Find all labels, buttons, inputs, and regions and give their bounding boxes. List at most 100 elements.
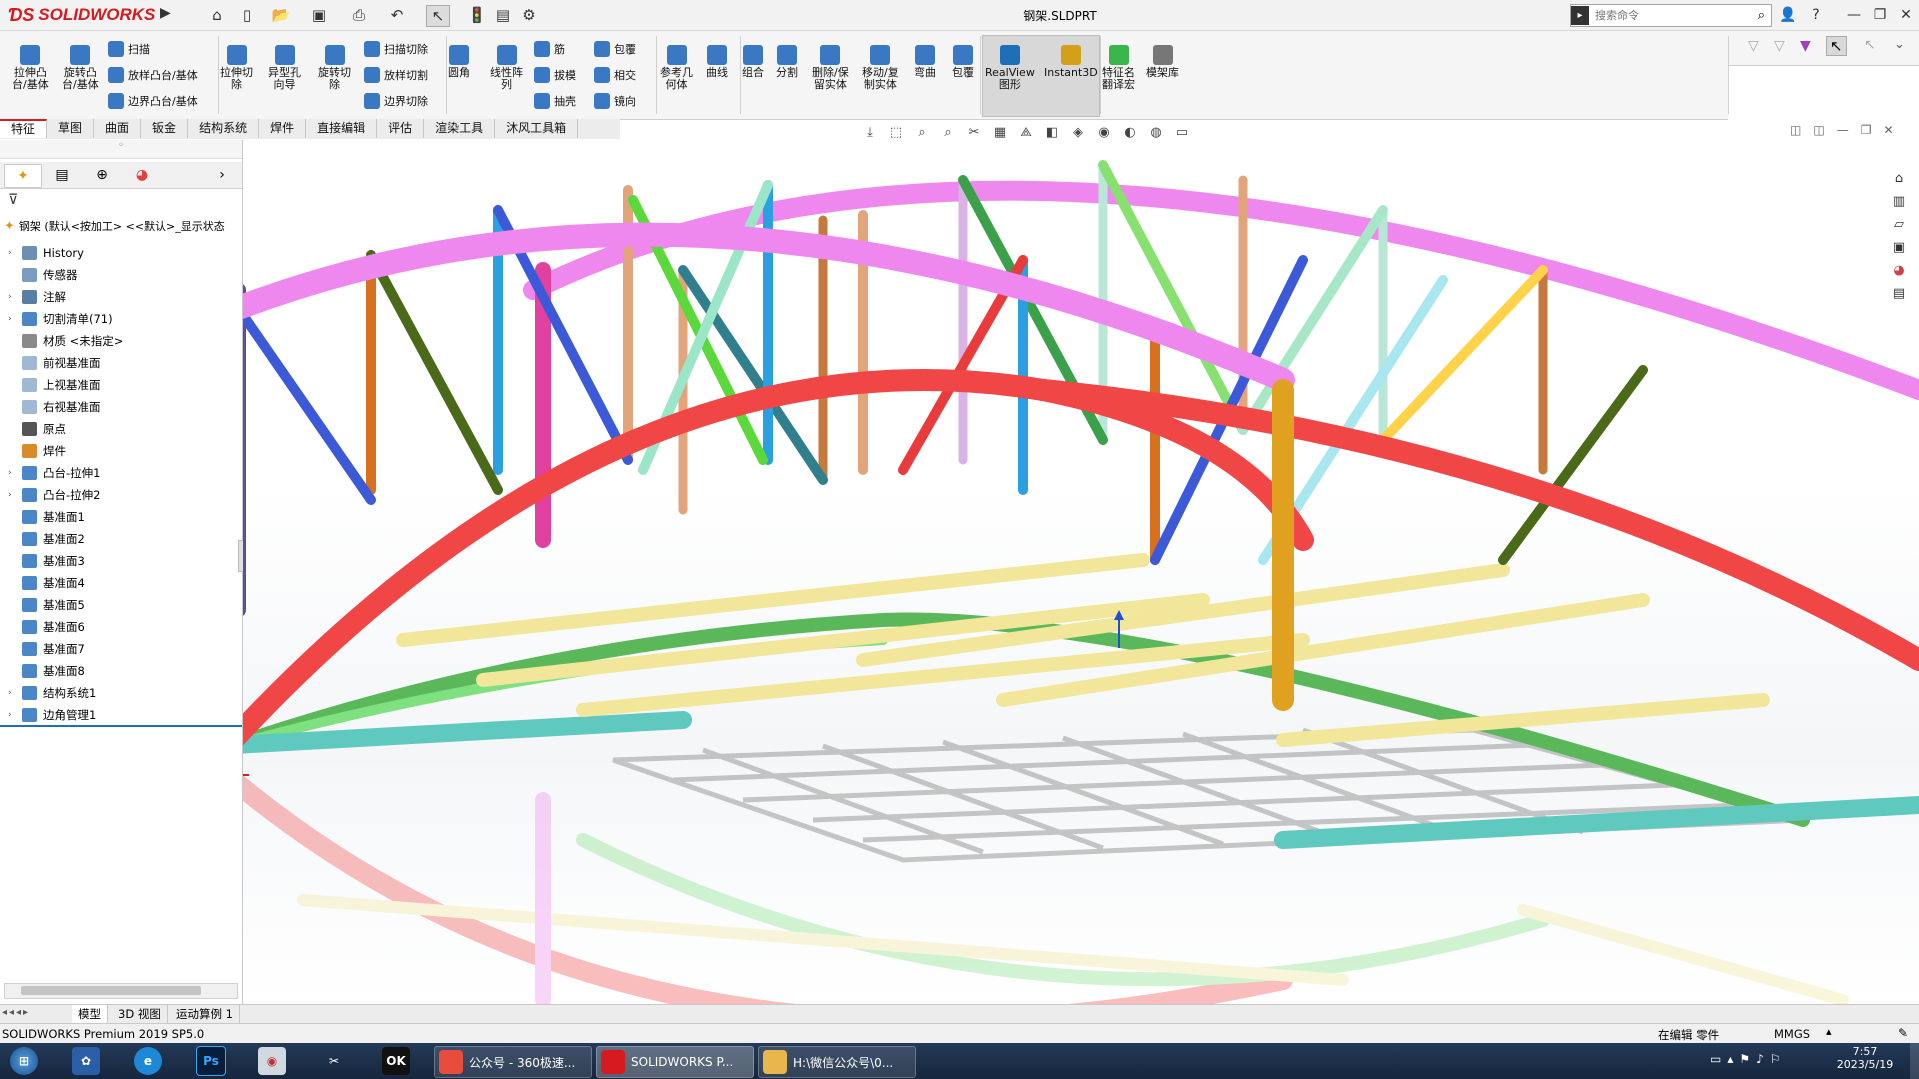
tab-9[interactable]: 沐风工具箱 <box>495 119 579 138</box>
tree-item[interactable]: 基准面8 <box>8 661 85 681</box>
graphics-viewport[interactable] <box>243 140 1919 1004</box>
zoom-area-icon[interactable]: ⬚ <box>886 123 906 141</box>
appearance-tab-icon[interactable]: ◕ <box>124 164 160 186</box>
filter-faces-icon[interactable]: ▼ <box>1800 38 1811 54</box>
edit-appearance-icon[interactable]: ◉ <box>1094 123 1114 141</box>
search-scope-icon[interactable]: ▸ <box>1571 6 1589 25</box>
taskbar-app-1[interactable]: ✿ <box>72 1046 100 1076</box>
viewport-left-icon[interactable]: ◫ <box>1790 123 1801 137</box>
viewport-right-icon[interactable]: ◫ <box>1813 123 1824 137</box>
ribbon-button-12[interactable]: 移动/复 制实体 <box>862 45 899 91</box>
tree-item[interactable]: 焊件 <box>8 441 66 461</box>
ribbon-button-4[interactable]: 旋转切 除 <box>318 45 351 91</box>
tab-3d-view[interactable]: 3D 视图 <box>112 1005 168 1023</box>
ribbon-button-6[interactable]: 线性阵 列 <box>490 45 523 91</box>
home-icon[interactable]: ⌂ <box>206 5 228 25</box>
tree-item[interactable]: › 结构系统1 <box>8 683 96 703</box>
tree-item[interactable]: 上视基准面 <box>8 375 101 395</box>
ribbon-button-2[interactable]: 拉伸切 除 <box>220 45 253 91</box>
ribbon-small-button-11[interactable]: 镜向 <box>594 92 636 110</box>
new-document-icon[interactable]: ▯ <box>236 5 258 25</box>
tray-icons[interactable]: ▭▴⚑♪⚐ <box>1710 1052 1787 1066</box>
file-properties-icon[interactable]: ▤ <box>492 5 514 25</box>
show-desktop-button[interactable] <box>1910 1043 1919 1079</box>
display-icon[interactable]: ▭ <box>1172 123 1192 141</box>
tab-4[interactable]: 结构系统 <box>188 119 260 138</box>
hide-show-icon[interactable]: ◈ <box>1068 123 1088 141</box>
ribbon-small-button-2[interactable]: 边界凸台/基体 <box>108 92 198 110</box>
taskbar-app-4[interactable]: ◉ <box>258 1046 286 1076</box>
select-icon[interactable]: ↖ <box>426 5 450 27</box>
tree-expand-icon[interactable]: › <box>8 468 22 478</box>
print-icon[interactable]: ⎙ <box>348 5 370 25</box>
tree-item[interactable]: 传感器 <box>8 265 78 285</box>
ribbon-small-button-0[interactable]: 扫描 <box>108 40 150 58</box>
tab-7[interactable]: 评估 <box>377 119 425 138</box>
options-gear-icon[interactable]: ⚙ <box>518 5 540 25</box>
viewport-close-icon[interactable]: ✕ <box>1883 123 1893 137</box>
tab-model[interactable]: 模型 <box>72 1005 108 1023</box>
tree-expand-icon[interactable]: › <box>8 248 22 258</box>
tree-item[interactable]: › 凸台-拉伸2 <box>8 485 100 505</box>
tab-1[interactable]: 草图 <box>47 119 95 138</box>
close-button[interactable]: ✕ <box>1894 3 1918 27</box>
ribbon-small-button-8[interactable]: 抽壳 <box>534 92 576 110</box>
clock[interactable]: 7:57 2023/5/19 <box>1830 1045 1900 1071</box>
ribbon-small-button-10[interactable]: 相交 <box>594 66 636 84</box>
panel-grip[interactable]: ◦ <box>0 140 242 159</box>
tree-item[interactable]: › 切割清单(71) <box>8 309 113 329</box>
section-view-icon[interactable]: ✂ <box>964 123 984 141</box>
custom-properties-icon[interactable]: ▤ <box>1888 283 1910 303</box>
tree-item[interactable]: 基准面6 <box>8 617 85 637</box>
dynamic-annotation-icon[interactable]: ▦ <box>990 123 1010 141</box>
tab-0[interactable]: 特征 <box>0 119 48 138</box>
select-arrow-icon[interactable]: ↖ <box>1826 36 1847 56</box>
ribbon-button-9[interactable]: 组合 <box>742 45 764 79</box>
display-style-icon[interactable]: ◧ <box>1042 123 1062 141</box>
appearances-icon[interactable]: ◕ <box>1888 260 1910 280</box>
tree-filter-icon[interactable]: ⊽ <box>8 192 18 208</box>
tree-root[interactable]: ✦ 钢架 (默认<按加工> <<默认>_显示状态 <box>4 218 240 234</box>
help-icon[interactable]: ? <box>1804 3 1828 27</box>
ribbon-button-16[interactable]: Instant3D <box>1044 45 1098 79</box>
solidworks-logo[interactable]: ƊS SOLIDWORKS <box>8 4 155 26</box>
select-other-icon[interactable]: ↖ <box>1864 37 1876 53</box>
collapse-icon[interactable]: ⌄ <box>1894 37 1905 52</box>
taskbar-app-5[interactable]: ✂ <box>320 1046 348 1076</box>
steel-frame-model[interactable] <box>243 140 1919 1004</box>
ribbon-small-button-1[interactable]: 放样凸台/基体 <box>108 66 198 84</box>
tree-item[interactable]: 基准面3 <box>8 551 85 571</box>
ribbon-button-10[interactable]: 分割 <box>776 45 798 79</box>
tree-item[interactable]: › 边角管理1 <box>8 705 96 725</box>
tab-2[interactable]: 曲面 <box>94 119 142 138</box>
open-icon[interactable]: 📂 <box>270 5 292 25</box>
taskbar-window-2[interactable]: H:\微信公众号\0... <box>758 1046 916 1078</box>
ribbon-small-button-9[interactable]: 包覆 <box>594 40 636 58</box>
tab-5[interactable]: 焊件 <box>259 119 307 138</box>
user-icon[interactable]: 👤 <box>1776 3 1800 27</box>
ribbon-small-button-4[interactable]: 放样切割 <box>364 66 428 84</box>
ribbon-button-1[interactable]: 旋转凸 台/基体 <box>62 45 99 91</box>
view-settings-icon[interactable]: ◍ <box>1146 123 1166 141</box>
ribbon-button-14[interactable]: 包覆 <box>952 45 974 79</box>
ribbon-button-13[interactable]: 弯曲 <box>914 45 936 79</box>
rollback-bar[interactable] <box>0 725 242 727</box>
minimize-button[interactable]: — <box>1842 3 1866 27</box>
diagonal-front-0[interactable] <box>243 310 376 505</box>
scrollbar-thumb[interactable] <box>21 986 201 995</box>
tree-item[interactable]: 前视基准面 <box>8 353 101 373</box>
design-library-icon[interactable]: ▥ <box>1888 191 1910 211</box>
tree-item[interactable]: › 凸台-拉伸1 <box>8 463 100 483</box>
ribbon-button-5[interactable]: 圆角 <box>448 45 470 79</box>
tree-item[interactable]: 基准面5 <box>8 595 85 615</box>
ribbon-small-button-6[interactable]: 筋 <box>534 40 565 58</box>
ribbon-small-button-3[interactable]: 扫描切除 <box>364 40 428 58</box>
save-icon[interactable]: ▣ <box>308 5 330 25</box>
restore-button[interactable]: ❐ <box>1868 3 1892 27</box>
ribbon-small-button-7[interactable]: 拔模 <box>534 66 576 84</box>
view-palette-icon[interactable]: ▣ <box>1888 237 1910 257</box>
menu-expand-icon[interactable]: ▶ <box>160 5 171 21</box>
scene-icon[interactable]: ◐ <box>1120 123 1140 141</box>
tree-item[interactable]: 右视基准面 <box>8 397 101 417</box>
filter-edges-icon[interactable]: ▽ <box>1774 38 1785 54</box>
